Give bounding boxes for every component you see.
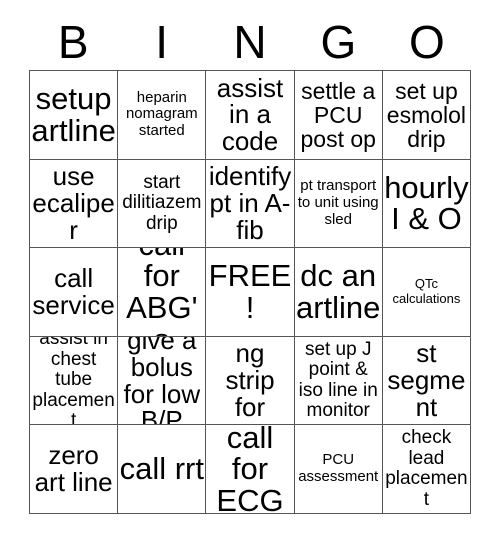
bingo-cell-label: call service — [32, 263, 115, 320]
header-letter-g: G — [320, 16, 357, 68]
bingo-cell[interactable]: PCU assessment — [294, 425, 383, 514]
bingo-cell[interactable]: st segment — [382, 336, 472, 426]
bingo-cell-label: zero art line — [34, 440, 113, 498]
bingo-cell-label: PCU assessment — [298, 451, 379, 486]
bingo-cell[interactable]: zero art line — [30, 425, 119, 514]
bingo-cell-label: st segment — [387, 338, 466, 422]
bingo-cell[interactable]: set up J point & iso line in monitor — [294, 336, 383, 426]
bingo-cell-label: call for ECG — [216, 425, 284, 514]
bingo-cell[interactable]: call rrt — [118, 425, 207, 514]
bingo-cell-label: identify pt in A-fib — [208, 161, 292, 245]
bingo-cell[interactable]: assist in a code — [206, 71, 295, 160]
bingo-cell[interactable]: mounting strip for ECG's — [206, 336, 295, 426]
bingo-row: assist in chest tube placement give a bo… — [30, 336, 472, 426]
bingo-cell-free[interactable]: FREE! — [206, 248, 295, 337]
bingo-cell[interactable]: use ecaliper — [30, 159, 119, 249]
bingo-cell[interactable]: dc an artline — [294, 248, 383, 337]
bingo-cell-label: QTc calculations — [392, 276, 461, 306]
bingo-cell[interactable]: give a bolus for low B/P — [118, 336, 207, 426]
bingo-cell-label: settle a PCU post op — [300, 77, 376, 152]
bingo-cell[interactable]: call for ECG — [206, 425, 295, 514]
bingo-cell[interactable]: setup artline — [30, 71, 119, 160]
bingo-cell-label: pt transport to unit using sled — [297, 177, 379, 228]
bingo-cell-label: assist in a code — [216, 72, 284, 157]
header-letter-i: I — [155, 16, 168, 68]
bingo-cell[interactable]: check lead placement — [382, 425, 472, 514]
bingo-cell-label: check lead placement — [385, 427, 468, 510]
bingo-cell[interactable]: call for ABG's — [118, 248, 207, 337]
bingo-cell-label: set up esmolol drip — [386, 77, 467, 152]
bingo-cell[interactable]: QTc calculations — [382, 248, 472, 337]
bingo-cell-label: call for ABG's — [126, 248, 198, 336]
bingo-cell-label: dc an artline — [295, 258, 381, 325]
header-letter-b: B — [57, 16, 89, 68]
bingo-cell-label: mounting strip for ECG's — [211, 337, 289, 425]
bingo-row: zero art line call rrt call for ECG PCU … — [30, 425, 472, 514]
bingo-cell[interactable]: identify pt in A-fib — [206, 159, 295, 249]
header-letter-o: O — [408, 16, 445, 68]
bingo-row: setup artline heparin nomagram started a… — [30, 71, 472, 160]
bingo-grid: setup artline heparin nomagram started a… — [29, 70, 472, 514]
bingo-cell-label: assist in chest tube placement — [32, 336, 115, 426]
bingo-cell-label: use ecaliper — [32, 161, 115, 245]
bingo-cell[interactable]: start dilitiazem drip — [118, 159, 207, 249]
bingo-cell[interactable]: settle a PCU post op — [294, 71, 383, 160]
bingo-cell-label: set up J point & iso line in monitor — [298, 338, 378, 422]
bingo-cell-label: FREE! — [208, 258, 292, 325]
bingo-cell[interactable]: heparin nomagram started — [118, 71, 207, 160]
bingo-cell[interactable]: pt transport to unit using sled — [294, 159, 383, 249]
bingo-cell-label: setup artline — [31, 81, 116, 148]
bingo-cell[interactable]: assist in chest tube placement — [30, 336, 119, 426]
bingo-cell-label: give a bolus for low B/P — [123, 336, 201, 426]
bingo-cell[interactable]: call service — [30, 248, 119, 337]
bingo-row: call service call for ABG's FREE! dc an … — [30, 248, 472, 337]
bingo-cell-label: heparin nomagram started — [125, 88, 198, 140]
bingo-cell-label: start dilitiazem drip — [122, 171, 202, 234]
bingo-cell[interactable]: hourly I & O — [382, 159, 472, 249]
bingo-cell-label: hourly I & O — [384, 169, 469, 237]
bingo-cell-label: call rrt — [119, 451, 204, 487]
bingo-card: B I N G O setup artline heparin nomagram… — [0, 0, 500, 544]
bingo-row: use ecaliper start dilitiazem drip ident… — [30, 159, 472, 249]
header-letter-n: N — [233, 16, 267, 68]
bingo-cell[interactable]: set up esmolol drip — [382, 71, 472, 160]
bingo-header-letters: B I N G O — [29, 14, 471, 70]
